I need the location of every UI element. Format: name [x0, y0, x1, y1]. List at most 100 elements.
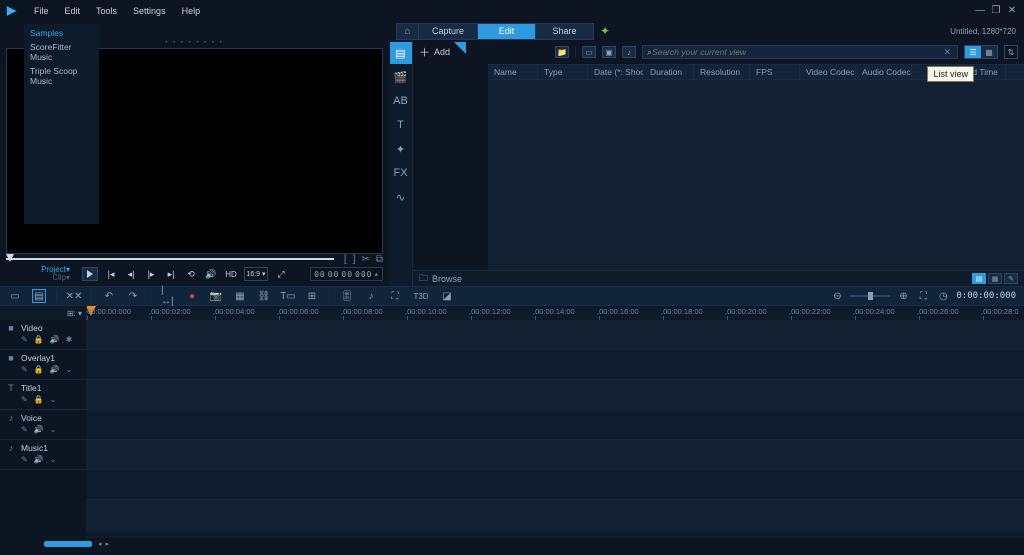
minimize-button[interactable]: —: [974, 5, 986, 17]
ruler-ticks[interactable]: ,00:00:00:000,00:00:02:00,00:00:04:00,00…: [86, 306, 1024, 320]
zoom-in-button[interactable]: ⊕: [896, 289, 910, 303]
close-button[interactable]: ✕: [1006, 5, 1018, 17]
snap-toggle[interactable]: ⊞: ▾: [67, 309, 82, 318]
col-date[interactable]: Date (*: Shooti...: [588, 65, 644, 79]
split-icon[interactable]: ✂: [361, 254, 369, 265]
mark-in-icon[interactable]: [: [344, 254, 347, 265]
rail-fx-icon[interactable]: FX: [390, 162, 412, 184]
scroll-left-icon[interactable]: ◂: [98, 540, 102, 548]
track-ctrl-icon[interactable]: 🔒: [34, 365, 44, 374]
motion-track-button[interactable]: ⛶: [388, 289, 402, 303]
list-view-button[interactable]: ☰: [965, 46, 981, 58]
mark-out-icon[interactable]: ]: [353, 254, 356, 265]
track-head-voice[interactable]: ♪Voice✎🔊⌄: [0, 410, 86, 440]
subtitle-button[interactable]: T▭: [281, 289, 295, 303]
sort-button[interactable]: ⇅: [1004, 45, 1018, 59]
layout-1-button[interactable]: ▤: [972, 273, 986, 284]
track-head-overlay1[interactable]: ■Overlay1✎🔒🔊⌄: [0, 350, 86, 380]
tree-samples[interactable]: Samples: [24, 26, 99, 40]
library-content[interactable]: [488, 80, 1024, 270]
col-duration[interactable]: Duration: [644, 65, 694, 79]
undo-button[interactable]: ↶: [102, 289, 116, 303]
enlarge-button[interactable]: ⤢: [274, 267, 288, 281]
import-folder-icon[interactable]: 📁: [555, 46, 569, 58]
track-row[interactable]: [86, 440, 1024, 470]
track-ctrl-icon[interactable]: 🔊: [34, 425, 44, 434]
track-ctrl-icon[interactable]: ✎: [21, 395, 28, 404]
tree-scorefitter[interactable]: ScoreFitter Music: [24, 40, 99, 64]
tab-capture[interactable]: Capture: [419, 24, 477, 39]
col-type[interactable]: Type: [538, 65, 588, 79]
mask-button[interactable]: ◪: [440, 289, 454, 303]
track-ctrl-icon[interactable]: ✱: [66, 335, 73, 344]
col-resolution[interactable]: Resolution: [694, 65, 750, 79]
hd-button[interactable]: HD: [224, 267, 238, 281]
track-ctrl-icon[interactable]: 🔒: [34, 335, 44, 344]
popout-icon[interactable]: ⧉: [376, 254, 383, 265]
record-button[interactable]: ●: [185, 289, 199, 303]
restore-button[interactable]: ❐: [990, 5, 1002, 17]
clock-icon[interactable]: ◷: [936, 289, 950, 303]
home-button[interactable]: ⌂: [397, 24, 419, 39]
menu-tools[interactable]: Tools: [88, 3, 125, 19]
grid-button[interactable]: ⊞: [305, 289, 319, 303]
rail-media-icon[interactable]: ▤: [390, 42, 412, 64]
filter-media-icon[interactable]: ▭: [582, 46, 596, 58]
rail-paths-icon[interactable]: ∿: [390, 186, 412, 208]
add-extension-button[interactable]: ✦: [600, 24, 610, 38]
scrub-playhead[interactable]: [6, 254, 14, 262]
layout-2-button[interactable]: ▦: [988, 273, 1002, 284]
track-ctrl-icon[interactable]: 🔒: [34, 395, 44, 404]
multicam-button[interactable]: ▦: [233, 289, 247, 303]
slip-tool-button[interactable]: |↔|: [161, 289, 175, 303]
track-ctrl-icon[interactable]: 🔊: [50, 335, 60, 344]
track-ctrl-icon[interactable]: ✎: [21, 455, 28, 464]
track-row[interactable]: [86, 380, 1024, 410]
track-row[interactable]: [86, 410, 1024, 440]
zoom-out-button[interactable]: ⊖: [830, 289, 844, 303]
t3d-button[interactable]: T3D: [412, 289, 430, 303]
flag-icon[interactable]: [454, 42, 466, 54]
frame-back-button[interactable]: ◂|: [124, 267, 138, 281]
menu-edit[interactable]: Edit: [57, 3, 89, 19]
zoom-slider[interactable]: [850, 295, 890, 297]
auto-music-button[interactable]: ♪: [364, 289, 378, 303]
tab-share[interactable]: Share: [535, 24, 593, 39]
loop-button[interactable]: ⟲: [184, 267, 198, 281]
rail-sound-icon[interactable]: 🎬: [390, 66, 412, 88]
menu-file[interactable]: File: [26, 3, 57, 19]
track-ctrl-icon[interactable]: ✎: [21, 335, 28, 344]
track-body[interactable]: [86, 320, 1024, 538]
filter-audio-icon[interactable]: ♪: [622, 46, 636, 58]
track-ctrl-icon[interactable]: 🔊: [34, 455, 44, 464]
go-start-button[interactable]: |◂: [104, 267, 118, 281]
track-ctrl-icon[interactable]: ✎: [21, 425, 28, 434]
col-fps[interactable]: FPS: [750, 65, 800, 79]
track-ctrl-icon[interactable]: ⌄: [66, 365, 73, 374]
col-acodec[interactable]: Audio Codec: [856, 65, 912, 79]
grid-view-button[interactable]: ▦: [981, 46, 997, 58]
track-row[interactable]: [86, 350, 1024, 380]
go-end-button[interactable]: ▸|: [164, 267, 178, 281]
col-name[interactable]: Name: [488, 65, 538, 79]
fit-button[interactable]: ⛶: [916, 289, 930, 303]
chain-button[interactable]: ⛓: [257, 289, 271, 303]
preview-scrubber[interactable]: [ ] ✂ ⧉: [6, 254, 383, 264]
timeline-ruler[interactable]: ⊞: ▾ ,00:00:00:000,00:00:02:00,00:00:04:…: [0, 306, 1024, 320]
scrub-track[interactable]: [6, 258, 334, 260]
redo-button[interactable]: ↷: [126, 289, 140, 303]
project-timecode[interactable]: 0:00:00:000: [956, 291, 1016, 301]
scroll-thumb[interactable]: [44, 541, 92, 547]
track-ctrl-icon[interactable]: ⌄: [50, 425, 57, 434]
tools-menu-button[interactable]: ✕✕: [67, 289, 81, 303]
rail-title-icon[interactable]: T: [390, 114, 412, 136]
col-vcodec[interactable]: Video Codec: [800, 65, 856, 79]
scroll-right-icon[interactable]: ▸: [106, 540, 110, 548]
track-ctrl-icon[interactable]: 🔊: [50, 365, 60, 374]
tree-triplescoop[interactable]: Triple Scoop Music: [24, 64, 99, 88]
mixer-button[interactable]: 🎚: [340, 289, 354, 303]
track-row[interactable]: [86, 320, 1024, 350]
timeline-view-button[interactable]: ▤: [32, 289, 46, 303]
rail-graphics-icon[interactable]: ✦: [390, 138, 412, 160]
search-box[interactable]: ⌕ ✕: [642, 45, 958, 59]
